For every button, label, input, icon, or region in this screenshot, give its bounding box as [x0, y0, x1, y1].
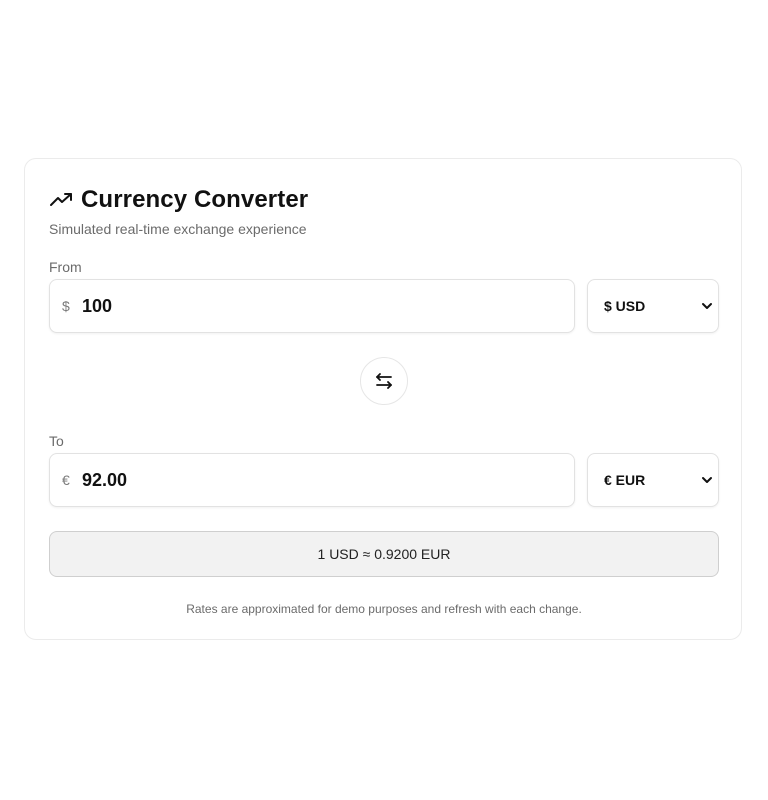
swap-button[interactable] [360, 357, 408, 405]
from-currency-symbol: $ [62, 298, 70, 314]
to-currency-value: € EUR [604, 472, 646, 488]
chevron-down-icon [700, 473, 714, 487]
trending-up-icon [49, 188, 73, 212]
from-amount-input[interactable] [82, 295, 542, 317]
page-subtitle: Simulated real-time exchange experience [49, 221, 307, 237]
chevron-down-icon [700, 299, 714, 313]
rates-footnote: Rates are approximated for demo purposes… [186, 602, 582, 616]
converter-card: Currency Converter Simulated real-time e… [24, 158, 742, 640]
to-currency-select[interactable]: € EUR [587, 453, 719, 507]
to-amount-field[interactable]: € [49, 453, 575, 507]
to-label: To [49, 433, 64, 449]
title-row: Currency Converter [49, 185, 308, 215]
from-amount-field[interactable]: $ [49, 279, 575, 333]
exchange-rate-display: 1 USD ≈ 0.9200 EUR [49, 531, 719, 577]
swap-arrows-icon [374, 371, 394, 391]
page-title: Currency Converter [81, 186, 309, 213]
from-currency-select[interactable]: $ USD [587, 279, 719, 333]
from-label: From [49, 259, 82, 275]
to-currency-symbol: € [62, 472, 70, 488]
to-amount-input[interactable] [82, 469, 542, 491]
from-currency-value: $ USD [604, 298, 646, 314]
